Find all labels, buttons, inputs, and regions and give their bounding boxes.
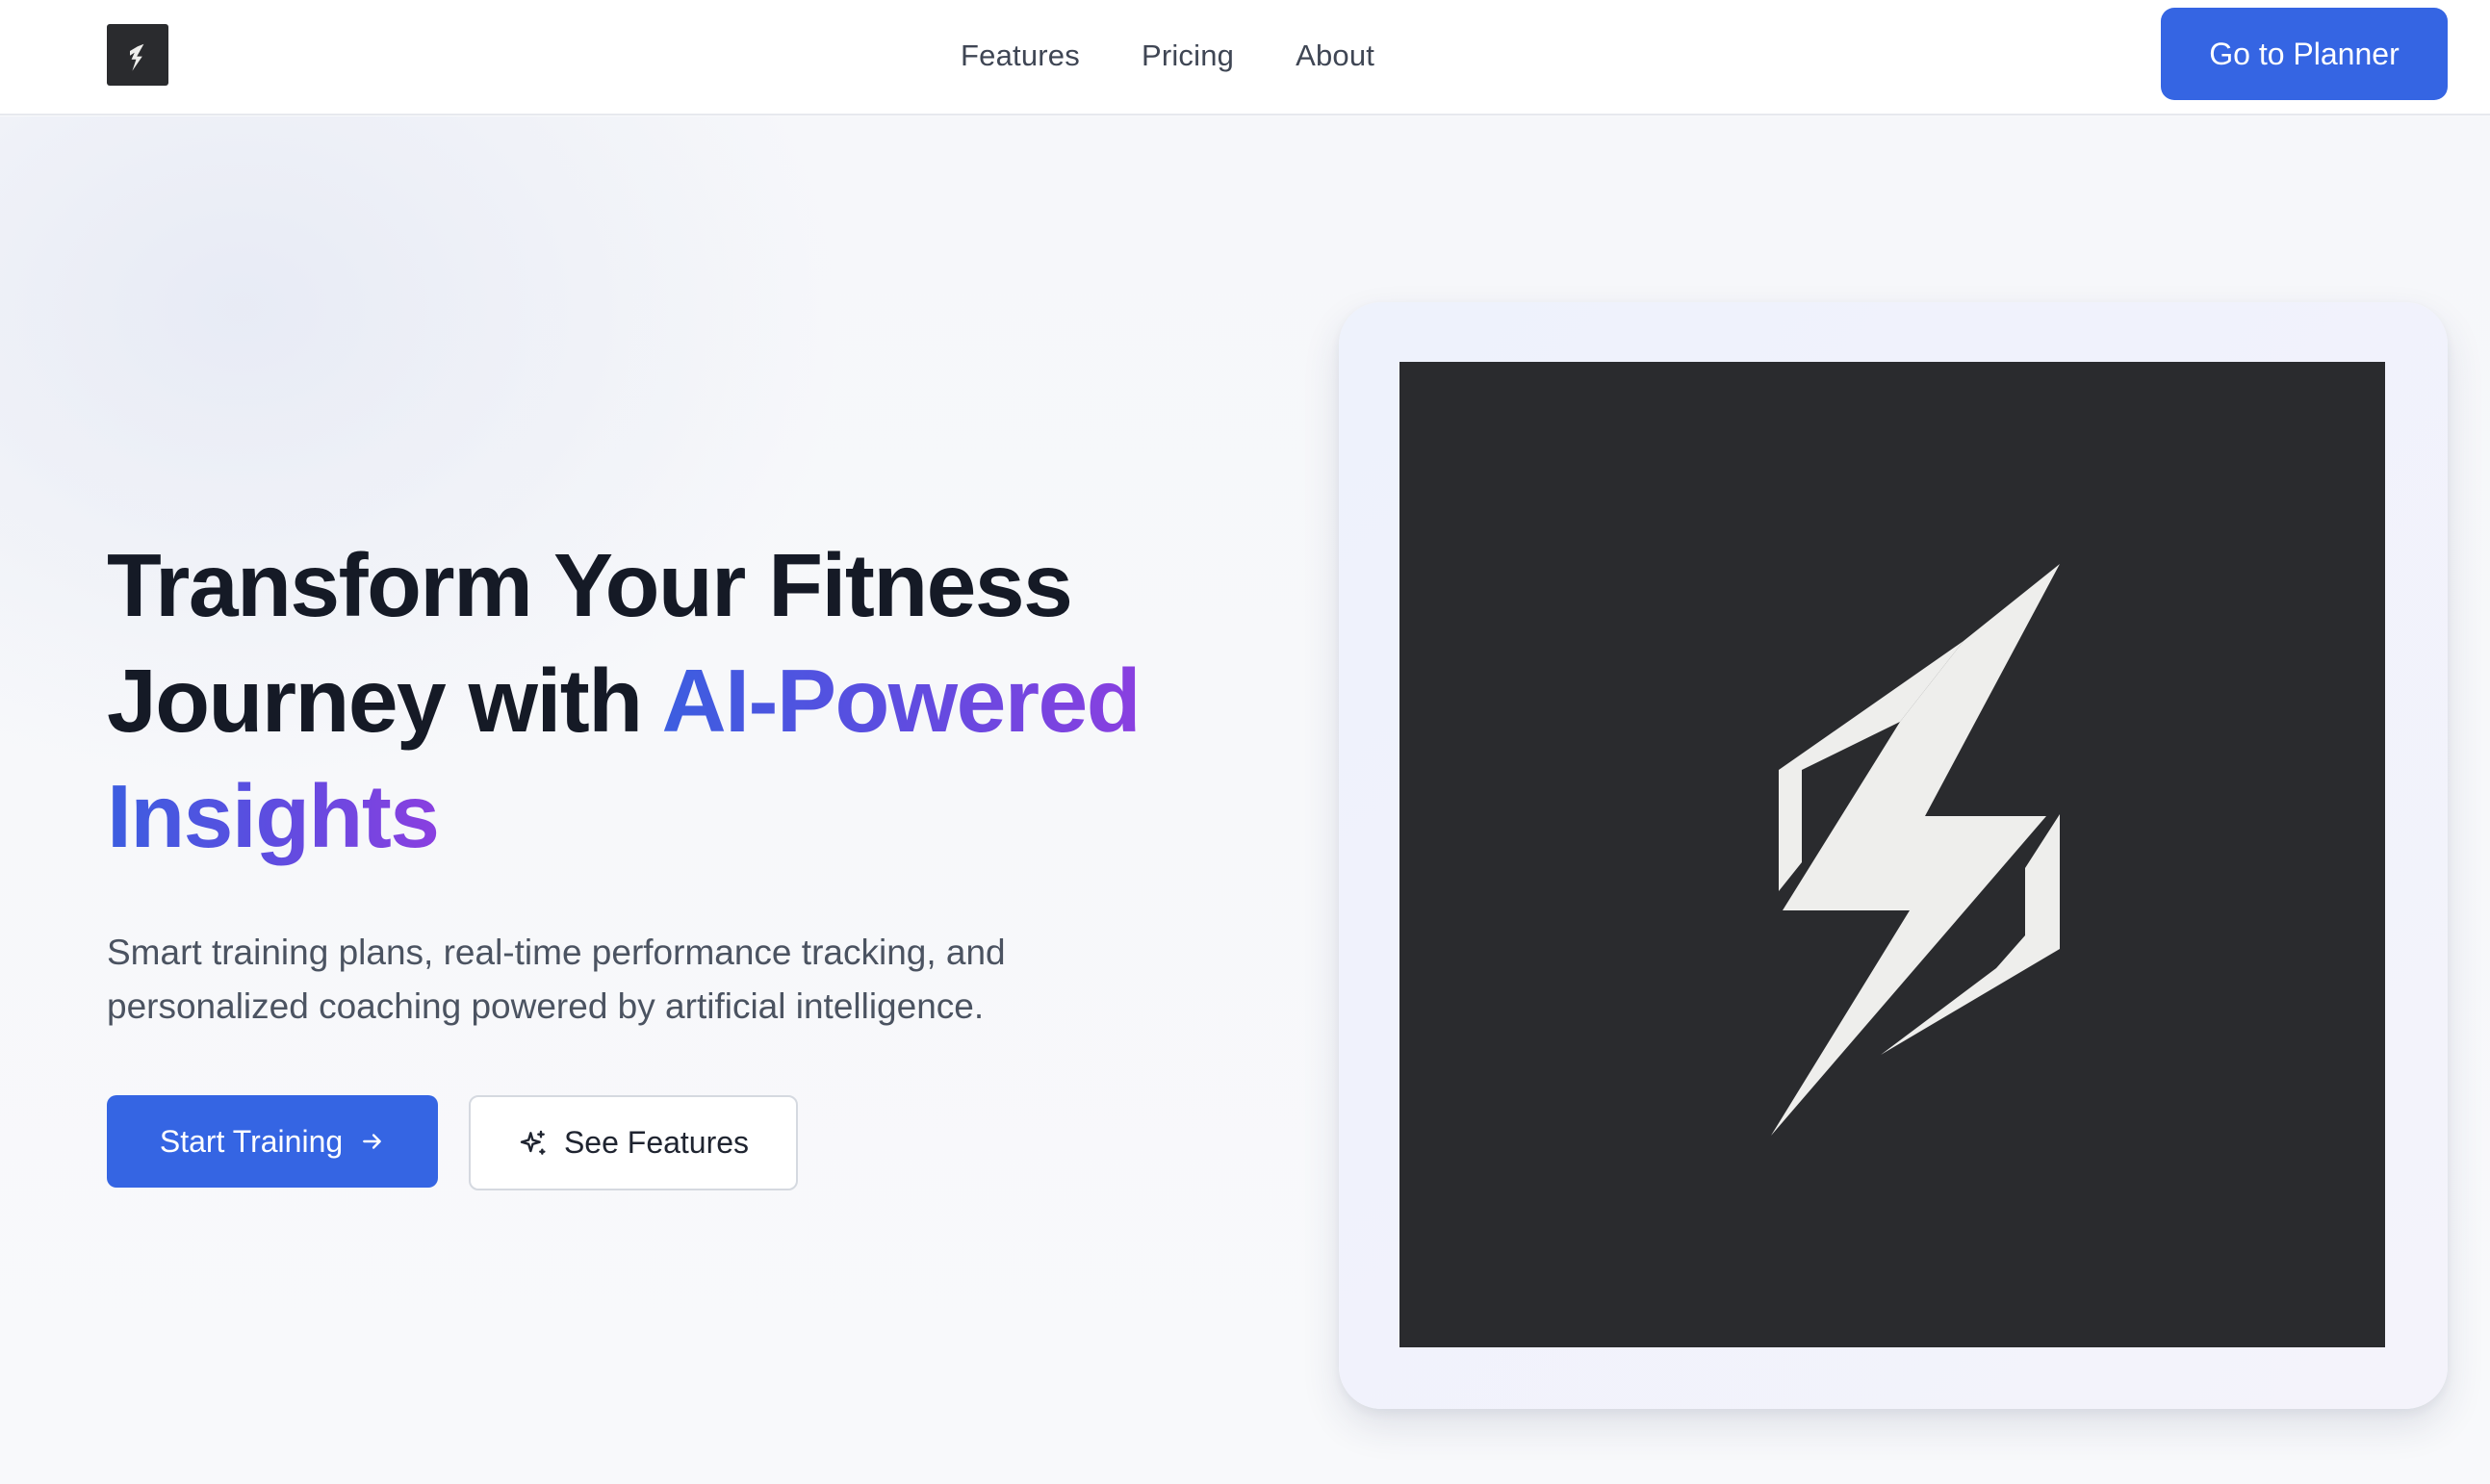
nav-link-pricing[interactable]: Pricing bbox=[1142, 38, 1234, 73]
headline-highlight-insights: Insights bbox=[107, 766, 440, 866]
main-nav: Features Pricing About bbox=[961, 0, 1374, 112]
hero-subtitle: Smart training plans, real-time performa… bbox=[107, 933, 1006, 1026]
nav-link-features[interactable]: Features bbox=[961, 38, 1080, 73]
go-to-planner-button[interactable]: Go to Planner bbox=[2161, 8, 2448, 100]
lightning-bolt-icon bbox=[1771, 564, 2060, 1136]
landing-page: Features Pricing About Go to Planner Tra… bbox=[0, 0, 2490, 1484]
start-training-label: Start Training bbox=[159, 1123, 344, 1159]
sparkle-icon bbox=[520, 1130, 546, 1155]
hero-headline: Transform Your Fitness Journey with AI-P… bbox=[107, 527, 1310, 874]
see-features-button[interactable]: See Features bbox=[469, 1095, 798, 1190]
lightning-bolt-icon bbox=[130, 43, 144, 71]
see-features-label: See Features bbox=[563, 1125, 750, 1160]
headline-highlight-ai: AI-Powered bbox=[661, 651, 1141, 751]
top-navbar: Features Pricing About Go to Planner bbox=[0, 0, 2490, 115]
logo[interactable] bbox=[107, 24, 168, 86]
nav-link-about[interactable]: About bbox=[1296, 38, 1374, 73]
hero-image-card bbox=[1339, 302, 2448, 1409]
hero-image bbox=[1399, 362, 2385, 1347]
arrow-right-icon bbox=[363, 1134, 381, 1149]
start-training-button[interactable]: Start Training bbox=[107, 1095, 438, 1188]
